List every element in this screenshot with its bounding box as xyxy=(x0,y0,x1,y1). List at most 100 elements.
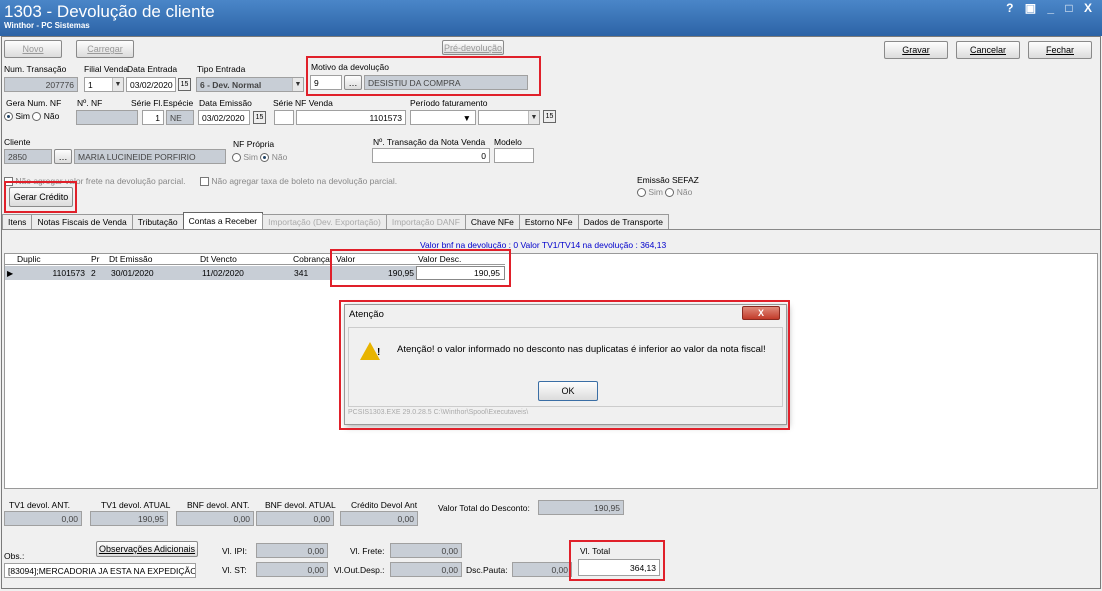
tv1-atual-field: 190,95 xyxy=(90,511,168,526)
cliente-nome-field: MARIA LUCINEIDE PORFIRIO xyxy=(74,149,226,164)
tv1-ant-field: 0,00 xyxy=(4,511,82,526)
cliente-codigo-field: 2850 xyxy=(4,149,52,164)
fechar-button[interactable]: Fechar xyxy=(1028,41,1092,59)
tab-tributacao[interactable]: Tributação xyxy=(131,214,184,229)
radio-nao[interactable] xyxy=(665,188,675,198)
serie-fl-field[interactable]: 1 xyxy=(142,110,164,125)
radio-nao[interactable] xyxy=(32,112,42,122)
gera-num-nf-radio[interactable]: Sim Não xyxy=(4,111,60,122)
carregar-button[interactable]: Carregar xyxy=(76,40,134,58)
tab-itens[interactable]: Itens xyxy=(2,214,33,229)
tab-importacao-exportacao[interactable]: Importação (Dev. Exportação) xyxy=(262,214,387,229)
nf-propria-radio[interactable]: Sim Não xyxy=(232,152,288,163)
bnf-atual-field: 0,00 xyxy=(256,511,334,526)
cell-dt-vencto[interactable]: 11/02/2020 xyxy=(200,266,293,280)
radio-nao[interactable] xyxy=(260,153,270,163)
num-transacao-nota-field[interactable]: 0 xyxy=(372,148,490,163)
tab-dados-transporte[interactable]: Dados de Transporte xyxy=(577,214,669,229)
tab-contas-a-receber[interactable]: Contas a Receber xyxy=(182,212,264,229)
data-emissao-label: Data Emissão xyxy=(199,98,252,108)
num-transacao-label: Num. Transação xyxy=(4,64,67,74)
tab-divider xyxy=(2,229,1100,230)
row-pointer-icon: ▶ xyxy=(7,268,14,278)
data-entrada-field[interactable]: 03/02/2020 xyxy=(126,77,176,92)
cancelar-button[interactable]: Cancelar xyxy=(956,41,1020,59)
periodo-fim-select[interactable]: ▼ xyxy=(478,110,540,125)
st-label: Vl. ST: xyxy=(222,565,247,575)
num-nf-field xyxy=(76,110,138,125)
serie-field[interactable] xyxy=(274,110,294,125)
cell-pr[interactable]: 2 xyxy=(87,266,107,280)
cell-cobranca[interactable]: 341 xyxy=(293,266,335,280)
radio-nao-label: Não xyxy=(271,152,288,162)
title-bar: 1303 - Devolução de cliente Winthor - PC… xyxy=(0,0,1102,36)
tipo-entrada-select[interactable]: 6 - Dev. Normal ▼ xyxy=(196,77,304,92)
tv1-atual-label: TV1 devol. ATUAL xyxy=(101,500,171,510)
valor-total-desc-label: Valor Total do Desconto: xyxy=(438,503,530,513)
highlight-gerar-credito xyxy=(4,181,77,213)
filial-venda-label: Filial Venda xyxy=(84,64,128,74)
tab-chave-nfe[interactable]: Chave NFe xyxy=(464,214,520,229)
calendar-icon[interactable]: 15 xyxy=(543,110,556,123)
tab-estorno-nfe[interactable]: Estorno NFe xyxy=(518,214,579,229)
col-duplic[interactable]: Duplic xyxy=(17,254,41,264)
radio-sim[interactable] xyxy=(637,188,646,198)
obs-label: Obs.: xyxy=(4,551,25,561)
observacoes-adicionais-button[interactable]: Observações Adicionais xyxy=(96,541,198,557)
cliente-search-button[interactable]: … xyxy=(54,149,72,164)
especie-field: NE xyxy=(166,110,194,125)
frete-field: 0,00 xyxy=(390,543,462,558)
pre-devolucao-button[interactable]: Pré-devolução xyxy=(442,40,504,55)
radio-sim[interactable] xyxy=(232,153,241,163)
tipo-entrada-value: 6 - Dev. Normal xyxy=(200,79,262,90)
ipi-field: 0,00 xyxy=(256,543,328,558)
obs-field[interactable]: [83094];MERCADORIA JA ESTA NA EXPEDIÇÃO; xyxy=(4,563,196,578)
serie-label: Série xyxy=(273,98,293,108)
boleto-check[interactable] xyxy=(200,177,209,187)
cell-duplic-value: 1101573 xyxy=(52,268,85,278)
radio-sim-label: Sim xyxy=(648,187,664,197)
tab-importacao-danf[interactable]: Importação DANF xyxy=(385,214,466,229)
cell-dt-emissao[interactable]: 30/01/2020 xyxy=(107,266,200,280)
cell-duplic[interactable]: ▶ 1101573 xyxy=(5,266,87,280)
bnf-ant-label: BNF devol. ANT. xyxy=(187,500,250,510)
radio-sim-label: Sim xyxy=(243,152,259,162)
highlight-dialog xyxy=(339,300,790,430)
cliente-label: Cliente xyxy=(4,137,31,147)
window-controls[interactable]: ? ▣ _ □ X xyxy=(1006,1,1096,15)
especie-label: Espécie xyxy=(163,98,194,108)
serie-fl-label: Série Fl. xyxy=(131,98,163,108)
gravar-button[interactable]: Gravar xyxy=(884,41,948,59)
tipo-entrada-label: Tipo Entrada xyxy=(197,64,246,74)
radio-sim-label: Sim xyxy=(15,111,31,121)
bnf-atual-label: BNF devol. ATUAL xyxy=(265,500,336,510)
highlight-valores xyxy=(330,249,511,287)
highlight-motivo xyxy=(306,56,541,96)
dsc-pauta-field: 0,00 xyxy=(512,562,572,577)
tv1-ant-label: TV1 devol. ANT. xyxy=(9,500,70,510)
chevron-down-icon: ▼ xyxy=(112,78,123,91)
data-emissao-field[interactable]: 03/02/2020 xyxy=(198,110,250,125)
filial-venda-select[interactable]: 1 ▼ xyxy=(84,77,124,92)
novo-button[interactable]: Novo xyxy=(4,40,62,58)
sefaz-radio[interactable]: Sim Não xyxy=(637,187,692,198)
tab-bar: Itens Notas Fiscais de Venda Tributação … xyxy=(2,212,669,229)
boleto-checkbox[interactable]: Não agregar taxa de boleto na devolução … xyxy=(200,176,397,187)
col-pr[interactable]: Pr xyxy=(91,254,100,264)
radio-nao-label: Não xyxy=(43,111,60,121)
col-dt-vencto[interactable]: Dt Vencto xyxy=(200,254,237,264)
tab-notas-fiscais[interactable]: Notas Fiscais de Venda xyxy=(31,214,133,229)
credito-label: Crédito Devol Ant xyxy=(351,500,418,510)
data-entrada-label: Data Entrada xyxy=(127,64,178,74)
calendar-icon[interactable]: 15 xyxy=(178,78,191,91)
col-dt-emissao[interactable]: Dt Emissão xyxy=(109,254,152,264)
periodo-inicio-select[interactable]: ▼ xyxy=(410,110,476,125)
modelo-field[interactable] xyxy=(494,148,534,163)
nf-venda-field[interactable]: 1101573 xyxy=(296,110,406,125)
col-cobranca[interactable]: Cobrança xyxy=(293,254,330,264)
out-desp-label: Vl.Out.Desp.: xyxy=(334,565,385,575)
nf-venda-label: NF Venda xyxy=(295,98,333,108)
calendar-icon[interactable]: 15 xyxy=(253,111,266,124)
radio-sim[interactable] xyxy=(4,112,13,122)
window-title: 1303 - Devolução de cliente xyxy=(4,2,215,21)
